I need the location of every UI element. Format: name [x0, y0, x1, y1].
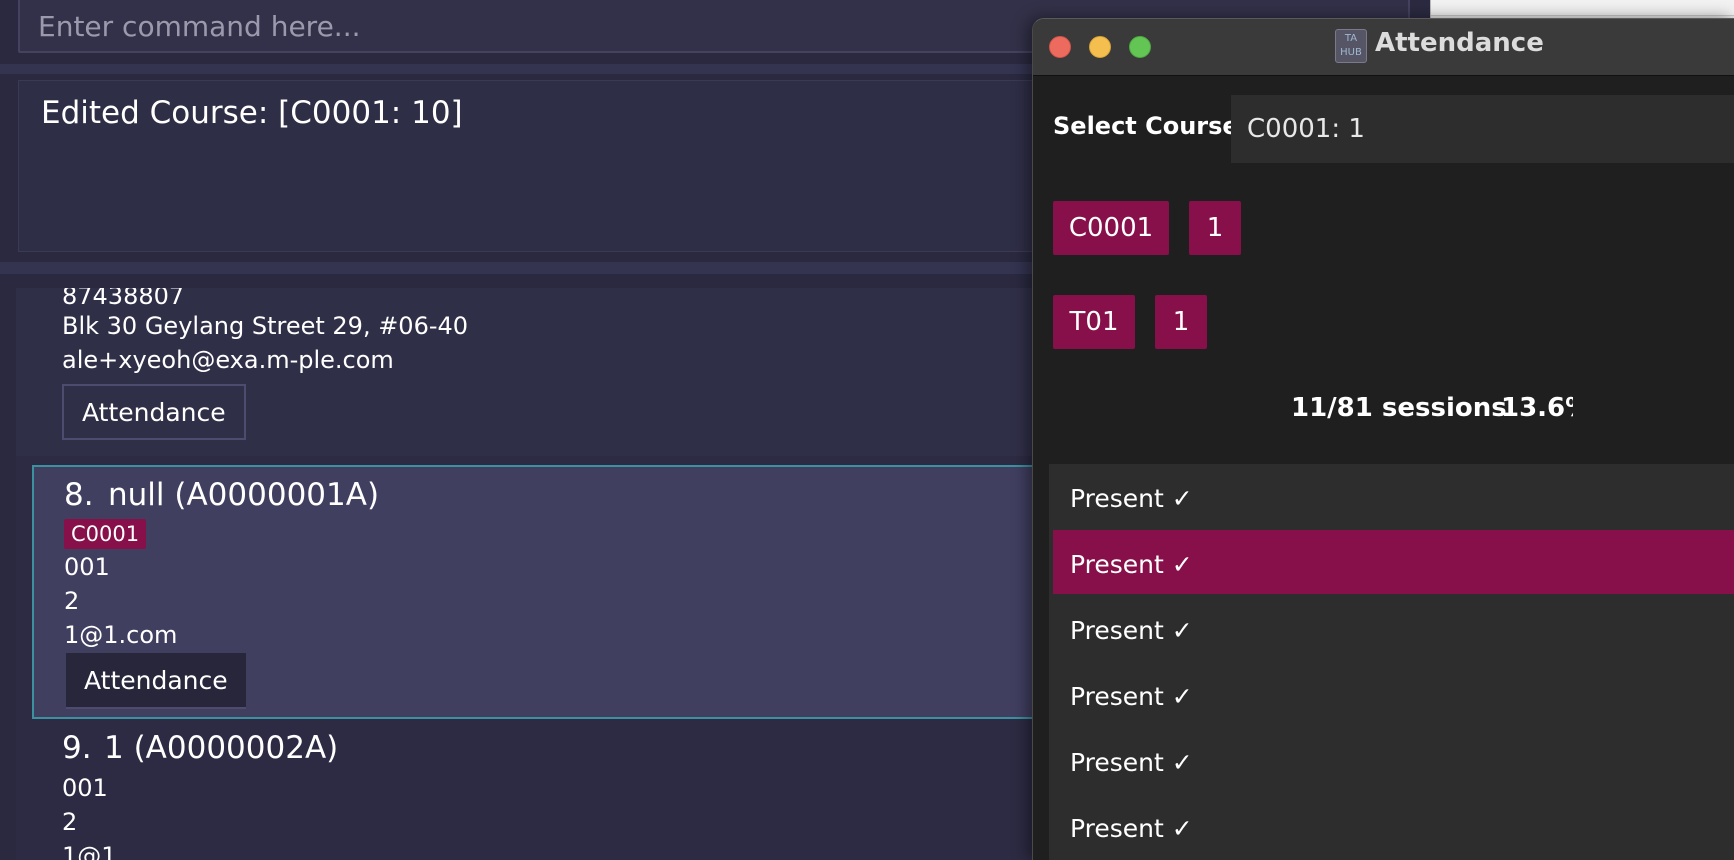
background-window[interactable]	[1430, 0, 1734, 20]
attendance-record[interactable]: Present ✓	[1053, 662, 1734, 726]
attendance-button[interactable]: Attendance	[62, 384, 246, 440]
person-phone: 001	[62, 774, 108, 802]
person-phone: 87438807	[62, 288, 185, 310]
attendance-record[interactable]: Present ✓	[1053, 464, 1734, 528]
person-email: 1@1...	[62, 842, 140, 860]
maximize-window-button[interactable]	[1129, 36, 1151, 58]
tutorial-code-tag: T01	[1053, 295, 1135, 349]
tutorial-number-tag: 1	[1155, 295, 1207, 349]
minimize-window-button[interactable]	[1089, 36, 1111, 58]
person-name: null (A0000001A)	[108, 477, 380, 513]
person-address: Blk 30 Geylang Street 29, #06-40	[62, 312, 469, 340]
app-icon: TA HUB	[1335, 29, 1367, 63]
attendance-record-selected[interactable]: Present ✓	[1053, 530, 1734, 594]
course-number-tag: 1	[1189, 201, 1241, 255]
course-tag: C0001	[64, 519, 147, 549]
person-address: 2	[64, 587, 80, 615]
attendance-button[interactable]: Attendance	[66, 653, 246, 709]
attendance-list[interactable]: Present ✓ Present ✓ Present ✓ Present ✓ …	[1049, 464, 1734, 860]
sessions-count: 11/81 sessions	[1291, 393, 1507, 423]
attendance-record[interactable]: Present ✓	[1053, 794, 1734, 858]
person-name: 1 (A0000002A)	[104, 730, 339, 766]
attendance-record[interactable]: Present ✓	[1053, 596, 1734, 660]
course-code-tag: C0001	[1053, 201, 1169, 255]
attendance-record[interactable]: Present ✓	[1053, 728, 1734, 792]
person-email: 1@1.com	[64, 621, 178, 649]
person-address: 2	[62, 808, 78, 836]
person-index: 9.	[62, 730, 92, 766]
background-window-titlebar[interactable]	[1431, 0, 1734, 16]
select-course-label: Select Course:	[1053, 112, 1249, 140]
person-phone: 001	[64, 553, 110, 581]
close-window-button[interactable]	[1049, 36, 1071, 58]
person-email: ale+xyeoh@exa.m-ple.com	[62, 346, 394, 374]
title-bar[interactable]: TA HUB Attendance	[1033, 19, 1734, 76]
result-message: Edited Course: [C0001: 10]	[41, 95, 463, 131]
attendance-percentage: 13.6%	[1501, 393, 1573, 423]
window-title: Attendance	[1375, 28, 1544, 58]
attendance-window: TA HUB Attendance Select Course: C0001: …	[1032, 18, 1734, 860]
course-select[interactable]: C0001: 1	[1231, 95, 1734, 163]
person-index: 8.	[64, 477, 94, 513]
